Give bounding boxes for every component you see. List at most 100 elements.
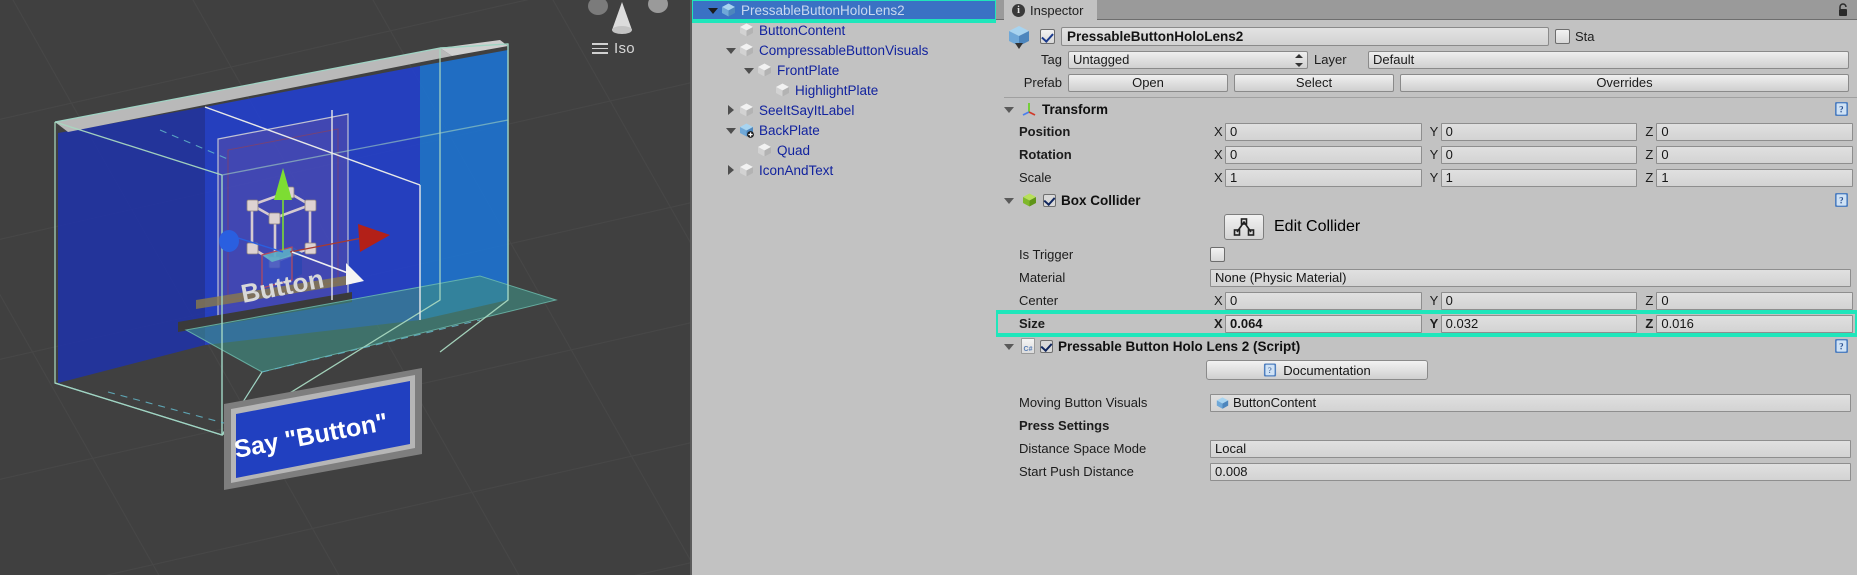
- help-book-icon[interactable]: ?: [1834, 338, 1849, 354]
- edit-collider-button[interactable]: [1224, 214, 1264, 240]
- component-header-pressable-button-holo-lens-2-script[interactable]: C# Pressable Button Holo Lens 2 (Script)?: [996, 335, 1857, 357]
- inspector-tabbar: i Inspector: [996, 0, 1857, 20]
- component-header-transform[interactable]: Transform?: [996, 98, 1857, 120]
- box-collider-icon: [1023, 193, 1036, 207]
- axis-label-y: Y: [1429, 293, 1439, 308]
- component-list: Transform? Position X 0 Y 0 Z 0 Rotation X 0 Y 0 Z 0 Sc…: [996, 98, 1857, 483]
- prefab-label: Prefab: [1023, 75, 1062, 90]
- chevron-right-icon[interactable]: [724, 163, 738, 177]
- prefab-cube-icon: [1009, 26, 1029, 49]
- scene-view-mode[interactable]: Iso: [592, 40, 635, 57]
- axis-label-x: X: [1214, 293, 1223, 308]
- chevron-down-icon[interactable]: [1004, 194, 1016, 206]
- object-name-field[interactable]: PressableButtonHoloLens2: [1061, 26, 1549, 46]
- chevron-down-icon[interactable]: [1004, 340, 1016, 352]
- number-field[interactable]: 0.008: [1210, 462, 1851, 481]
- tab-inspector[interactable]: i Inspector: [1004, 0, 1098, 20]
- component-title: Pressable Button Holo Lens 2 (Script): [1058, 338, 1301, 354]
- property-label: Size: [1019, 316, 1046, 331]
- info-icon: i: [1012, 3, 1025, 17]
- vector3-field: X1Y1Z1: [1210, 168, 1857, 187]
- prefab-open-button[interactable]: Open: [1068, 73, 1228, 92]
- object-reference-value: None (Physic Material): [1215, 270, 1347, 285]
- prefab-select-button[interactable]: Select: [1234, 73, 1394, 92]
- inspector-panel[interactable]: i Inspector PressableButtonHoloLens2 Sta…: [996, 0, 1857, 575]
- component-header-box-collider[interactable]: Box Collider?: [996, 189, 1857, 211]
- field-y[interactable]: 0: [1440, 145, 1638, 164]
- axis-label-x: X: [1214, 170, 1223, 185]
- property-label: Start Push Distance: [1019, 464, 1134, 479]
- component-enabled-checkbox[interactable]: [1040, 339, 1053, 353]
- property-row-start-push-distance: Start Push Distance 0.008: [996, 460, 1857, 483]
- tab-inspector-label: Inspector: [1030, 2, 1084, 18]
- lock-icon[interactable]: [1837, 3, 1849, 17]
- chevron-down-icon[interactable]: [724, 43, 738, 57]
- property-row-rotation: Rotation X 0 Y 0 Z 0: [996, 143, 1857, 166]
- property-row-position: Position X 0 Y 0 Z 0: [996, 120, 1857, 143]
- field-z[interactable]: 0.016: [1656, 314, 1854, 333]
- gameobject-cube-icon: [740, 23, 753, 37]
- hierarchy-item-label: FrontPlate: [777, 62, 840, 78]
- axis-label-z: Z: [1645, 293, 1654, 308]
- enum-dropdown[interactable]: Local: [1210, 439, 1851, 458]
- field-y[interactable]: 0: [1440, 122, 1638, 141]
- svg-text:?: ?: [1839, 341, 1844, 351]
- axis-label-x: X: [1214, 147, 1223, 162]
- vector3-field: X 0.064 Y 0.032 Z 0.016: [1210, 314, 1857, 333]
- gameobject-cube-icon: [776, 83, 789, 97]
- tag-dropdown[interactable]: Untagged: [1068, 50, 1308, 69]
- hierarchy-item-backplate[interactable]: BackPlate: [692, 120, 996, 140]
- field-z[interactable]: 1: [1656, 168, 1854, 187]
- field-x[interactable]: 0.064: [1225, 314, 1422, 333]
- field-y[interactable]: 1: [1440, 168, 1638, 187]
- chevron-down-icon[interactable]: [742, 63, 756, 77]
- field-z[interactable]: 0: [1656, 122, 1854, 141]
- component-enabled-checkbox[interactable]: [1043, 193, 1056, 207]
- object-reference-field[interactable]: ButtonContent: [1210, 393, 1851, 412]
- gameobject-cube-icon: [740, 163, 753, 177]
- field-y[interactable]: 0: [1440, 291, 1638, 310]
- hierarchy-item-buttoncontent[interactable]: ButtonContent: [692, 20, 996, 40]
- hierarchy-item-label: IconAndText: [759, 162, 834, 178]
- static-toggle[interactable]: Sta: [1555, 28, 1595, 44]
- field-z[interactable]: 0: [1656, 145, 1854, 164]
- property-row-size: Size X 0.064 Y 0.032 Z 0.016: [996, 310, 1857, 337]
- layer-dropdown[interactable]: Default: [1368, 50, 1849, 69]
- prefab-row: Prefab Open Select Overrides: [996, 71, 1857, 94]
- field-x[interactable]: 0: [1225, 291, 1422, 310]
- prefab-variant-cube-icon: [740, 123, 754, 138]
- hierarchy-item-compressablebuttonvisuals[interactable]: CompressableButtonVisuals: [692, 40, 996, 60]
- help-book-icon[interactable]: ?: [1834, 101, 1849, 117]
- hierarchy-item-quad[interactable]: Quad: [692, 140, 996, 160]
- field-x[interactable]: 0: [1225, 145, 1422, 164]
- layer-label: Layer: [1314, 52, 1347, 67]
- hierarchy-item-frontplate[interactable]: FrontPlate: [692, 60, 996, 80]
- hierarchy-item-seeitsayitlabel[interactable]: SeeItSayItLabel: [692, 100, 996, 120]
- hierarchy-panel[interactable]: PressableButtonHoloLens2 ButtonContent Com…: [690, 0, 996, 575]
- chevron-down-icon[interactable]: [1004, 103, 1016, 115]
- prefab-cube-icon: [722, 3, 735, 17]
- hierarchy-item-highlightplate[interactable]: HighlightPlate: [692, 80, 996, 100]
- property-row-is-trigger: Is Trigger: [996, 243, 1857, 266]
- object-reference-value: ButtonContent: [1233, 395, 1317, 410]
- field-y[interactable]: 0.032: [1440, 314, 1638, 333]
- field-z[interactable]: 0: [1656, 291, 1854, 310]
- documentation-button[interactable]: ? Documentation: [1206, 360, 1428, 380]
- is-trigger-checkbox[interactable]: [1210, 247, 1225, 262]
- help-book-icon[interactable]: ?: [1834, 192, 1849, 208]
- scene-view[interactable]: Button Say "Button" Iso: [0, 0, 690, 575]
- tag-label: Tag: [1041, 52, 1062, 67]
- static-checkbox[interactable]: [1555, 28, 1570, 44]
- object-reference-field[interactable]: None (Physic Material): [1210, 268, 1851, 287]
- hierarchy-item-pressablebuttonhololens2[interactable]: PressableButtonHoloLens2: [692, 0, 996, 22]
- chevron-down-icon[interactable]: [706, 3, 720, 17]
- field-x[interactable]: 1: [1225, 168, 1422, 187]
- property-row-distance-space-mode: Distance Space Mode Local: [996, 437, 1857, 460]
- chevron-right-icon[interactable]: [724, 103, 738, 117]
- field-x[interactable]: 0: [1225, 122, 1422, 141]
- hierarchy-item-iconandtext[interactable]: IconAndText: [692, 160, 996, 180]
- object-enabled-checkbox[interactable]: [1040, 28, 1055, 44]
- chevron-down-icon[interactable]: [724, 123, 738, 137]
- prefab-overrides-button[interactable]: Overrides: [1400, 73, 1849, 92]
